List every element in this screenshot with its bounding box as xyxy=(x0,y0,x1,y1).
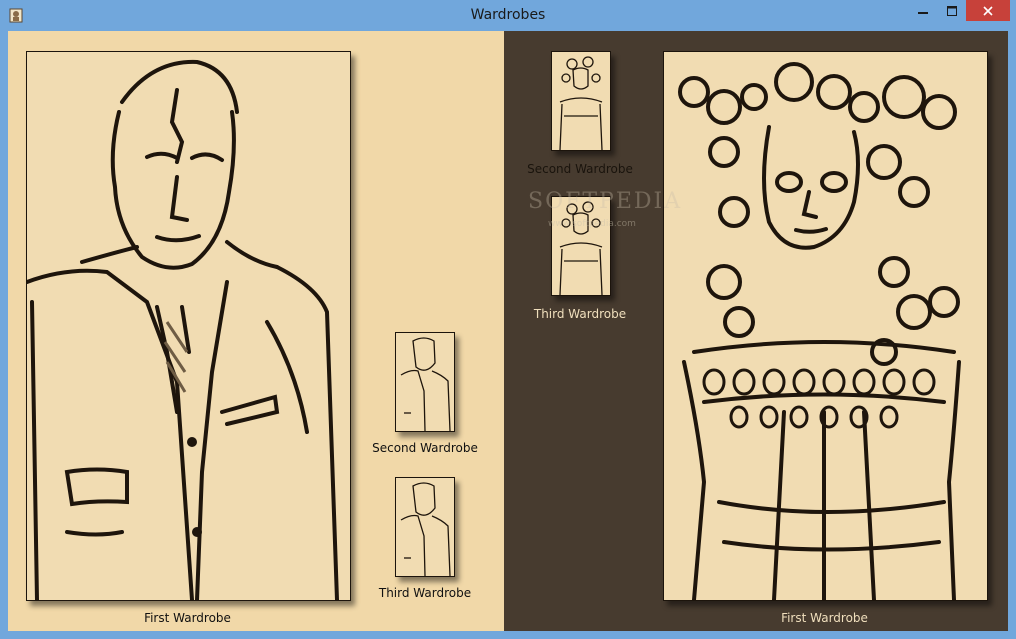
main-image-woman[interactable] xyxy=(663,51,988,601)
right-thumb-second[interactable] xyxy=(551,51,611,151)
maximize-button[interactable] xyxy=(938,0,966,21)
left-thumb-second[interactable] xyxy=(395,332,455,432)
close-button[interactable] xyxy=(966,0,1010,21)
right-thumb-third-caption[interactable]: Third Wardrobe xyxy=(522,307,638,321)
window-title: Wardrobes xyxy=(470,7,546,23)
watermark-text: SOFTPEDIA xyxy=(528,189,683,214)
woman-thumb-image xyxy=(552,52,610,150)
woman-sketch-image xyxy=(664,52,987,600)
left-main-caption: First Wardrobe xyxy=(144,611,231,625)
left-thumb-second-caption[interactable]: Second Wardrobe xyxy=(367,441,483,455)
main-image-man[interactable] xyxy=(26,51,351,601)
client-area: First Wardrobe Second Wardrobe Third War… xyxy=(8,31,1008,631)
watermark-url: www.softpedia.com xyxy=(548,219,636,229)
right-panel: Second Wardrobe Third Wardrobe First War… xyxy=(504,31,1008,631)
man-thumb-image xyxy=(396,478,454,576)
minimize-icon xyxy=(918,1,928,20)
left-thumb-third[interactable] xyxy=(395,477,455,577)
app-window: Wardrobes First Wardrobe Second Wardrobe… xyxy=(0,0,1016,639)
left-panel: First Wardrobe Second Wardrobe Third War… xyxy=(8,31,504,631)
close-icon xyxy=(983,1,993,20)
right-thumb-second-caption[interactable]: Second Wardrobe xyxy=(522,162,638,176)
right-main-caption: First Wardrobe xyxy=(781,611,868,625)
left-thumb-third-caption[interactable]: Third Wardrobe xyxy=(367,586,483,600)
man-thumb-image xyxy=(396,333,454,431)
minimize-button[interactable] xyxy=(908,0,938,21)
maximize-icon xyxy=(947,1,957,20)
title-bar[interactable]: Wardrobes xyxy=(0,0,1016,31)
man-sketch-image xyxy=(27,52,350,600)
